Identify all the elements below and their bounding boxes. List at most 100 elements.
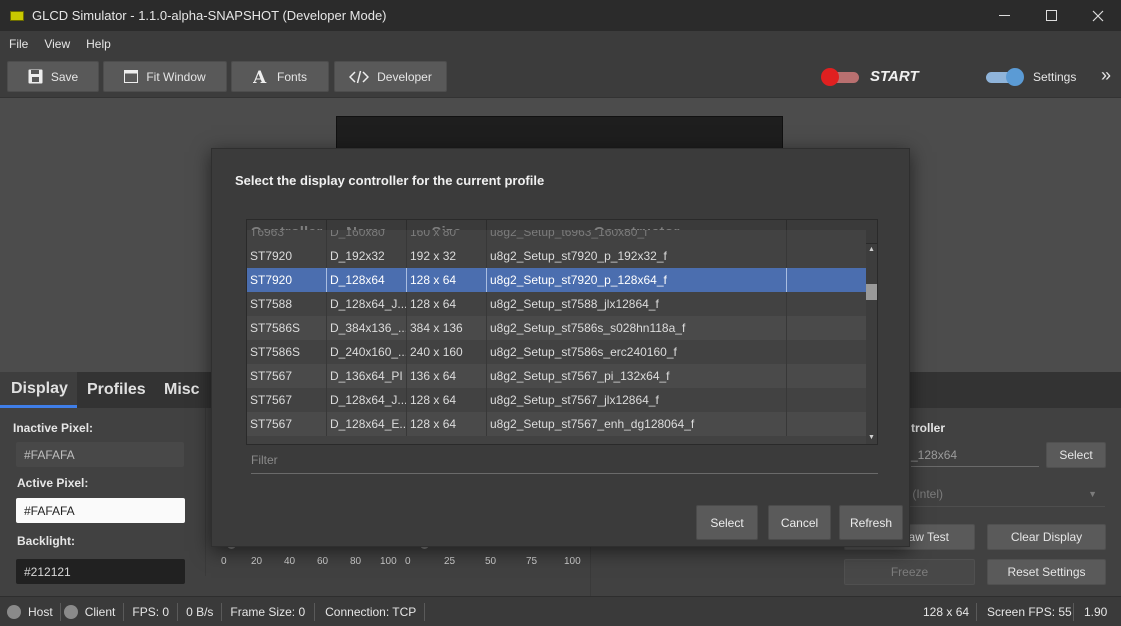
save-icon [28,69,43,84]
cell-controller: ST7920 [247,268,327,292]
table-row[interactable]: ST7567 D_128x64_E... 128 x 64 u8g2_Setup_st… [247,412,866,436]
backlight-label: Backlight: [17,534,76,548]
cell-size: 384 x 136 [407,316,487,340]
table-row[interactable]: ST7920 D_192x32 192 x 32 u8g2_Setup_st7920_… [247,244,866,268]
scale-tick: 60 [317,556,329,567]
cell-size: 240 x 160 [407,340,487,364]
backlight-field[interactable]: #212121 [16,559,185,584]
fonts-button[interactable]: A Fonts [231,61,329,92]
scroll-up-icon[interactable]: ▲ [868,246,875,253]
cell-size: 128 x 64 [407,412,487,436]
host-label: Host [28,604,53,619]
scrollbar-thumb[interactable] [866,284,877,300]
save-button[interactable]: Save [7,61,99,92]
expand-icon[interactable]: » [1101,65,1111,86]
cell-controller: ST7567 [247,412,327,436]
app-icon [10,10,24,21]
scale-tick: 0 [221,556,227,567]
status-bar: Host Client FPS: 0 0 B/s Frame Size: 0 C… [0,596,1121,626]
scale-tick: 25 [444,556,456,567]
start-toggle[interactable] [821,68,860,86]
cell-controller: ST7588 [247,292,327,316]
scroll-down-icon[interactable]: ▼ [868,434,875,441]
cell-constructor: u8g2_Setup_st7567_enh_dg128064_f [487,412,787,436]
client-label: Client [84,604,116,619]
freeze-button[interactable]: Freeze [844,559,975,585]
cell-constructor: u8g2_Setup_st7567_pi_132x64_f [487,364,787,388]
cancel-button[interactable]: Cancel [768,505,831,540]
menu-help[interactable]: Help [86,35,111,53]
dialog-heading: Select the display controller for the cu… [235,173,545,188]
close-button[interactable] [1075,0,1121,31]
cell-name: D_240x160_... [327,340,407,364]
settings-toggle[interactable] [985,68,1025,86]
cell-controller: ST7567 [247,388,327,412]
tab-profiles[interactable]: Profiles [87,372,146,408]
developer-label: Developer [377,69,432,84]
refresh-button[interactable]: Refresh [839,505,903,540]
active-pixel-label: Active Pixel: [17,476,89,490]
cell-name: D_128x64_E... [327,412,407,436]
table-row[interactable]: ST7586S D_240x160_... 240 x 160 u8g2_Setup_… [247,340,866,364]
rate-status: 0 B/s [186,604,214,619]
controller-dialog: Select the display controller for the cu… [211,148,910,547]
maximize-button[interactable] [1028,0,1074,31]
table-row[interactable]: ST7567 D_128x64_J... 128 x 64 u8g2_Setup_st… [247,388,866,412]
developer-button[interactable]: Developer [334,61,447,92]
cell-size: 128 x 64 [407,388,487,412]
menu-view[interactable]: View [44,35,70,53]
reset-settings-button[interactable]: Reset Settings [987,559,1106,585]
table-scrollbar[interactable]: ▲ ▼ [866,244,877,444]
fps-status: FPS: 0 [132,604,170,619]
minimize-button[interactable] [981,0,1027,31]
settings-toggle-knob [1006,68,1024,86]
device-value: ) (Intel) [905,486,944,501]
tab-misc[interactable]: Misc [164,372,200,408]
scale-tick: 20 [251,556,263,567]
tab-display[interactable]: Display [0,372,77,408]
filter-input[interactable] [251,449,878,471]
chevron-down-icon: ▼ [1088,488,1097,499]
settings-label: Settings [1033,70,1077,84]
device-dropdown[interactable]: ) (Intel) ▼ [905,481,1105,507]
controller-select-button[interactable]: Select [1046,442,1106,468]
table-row[interactable]: T6963 D_160x80 160 x 80 u8g2_Setup_t6963… [247,230,866,244]
host-indicator-icon [7,604,21,619]
client-indicator-icon [63,604,78,619]
controller-label: troller [911,421,946,435]
table-row[interactable]: ST7567 D_136x64_PI 136 x 64 u8g2_Setup_st75… [247,364,866,388]
clear-display-button[interactable]: Clear Display [987,524,1106,550]
cell-name: D_384x136_... [327,316,407,340]
cell-controller: ST7586S [247,316,327,340]
title-bar: GLCD Simulator - 1.1.0-alpha-SNAPSHOT (D… [0,0,1121,31]
scale-tick: 0 [405,556,411,567]
cell-size: 136 x 64 [407,364,487,388]
scale-tick: 50 [485,556,497,567]
window-title: GLCD Simulator - 1.1.0-alpha-SNAPSHOT (D… [32,8,387,23]
menu-bar: File View Help [0,31,1121,56]
frame-size-status: Frame Size: 0 [230,604,306,619]
scale-tick: 75 [526,556,538,567]
code-icon [349,70,370,83]
scale-tick: 80 [350,556,362,567]
connection-status: Connection: TCP [325,604,417,619]
minimize-icon [998,14,1010,16]
table-row-selected[interactable]: ST7920 D_128x64 128 x 64 u8g2_Setup_st7920_… [247,268,866,292]
cell-constructor: u8g2_Setup_st7567_jlx12864_f [487,388,787,412]
menu-file[interactable]: File [9,35,28,53]
fonts-label: Fonts [276,69,307,84]
active-pixel-field[interactable]: #FAFAFA [16,498,185,523]
svg-text:A: A [253,69,267,85]
controller-field[interactable]: _128x64 [911,443,1039,467]
fit-window-label: Fit Window [146,69,206,84]
cell-name: D_128x64_J... [327,388,407,412]
start-label: START [870,68,919,85]
resolution-status: 128 x 64 [923,604,970,619]
select-button[interactable]: Select [696,505,758,540]
table-row[interactable]: ST7586S D_384x136_... 384 x 136 u8g2_Setup_… [247,316,866,340]
save-label: Save [50,69,79,84]
table-row[interactable]: ST7588 D_128x64_J... 128 x 64 u8g2_Setup_st… [247,292,866,316]
scale-tick: 100 [564,556,581,567]
fit-window-button[interactable]: Fit Window [103,61,227,92]
inactive-pixel-field[interactable]: #FAFAFA [16,442,184,467]
